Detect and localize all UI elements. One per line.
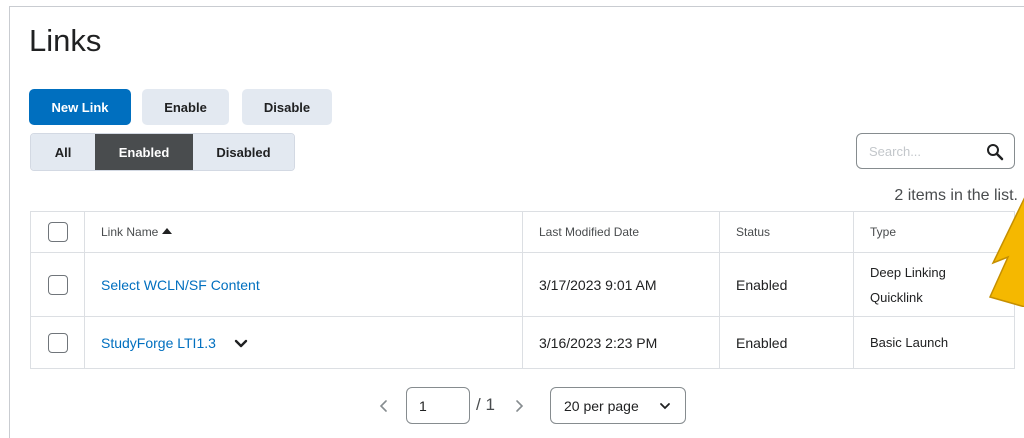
page-title: Links (29, 23, 102, 58)
link-name[interactable]: Select WCLN/SF Content (101, 277, 260, 293)
row-checkbox[interactable] (47, 332, 68, 353)
per-page-select[interactable]: 20 per page (550, 387, 686, 424)
new-link-button[interactable]: New Link (29, 89, 131, 125)
per-page-value: 20 per page (564, 398, 639, 414)
row-select-cell (30, 252, 85, 317)
search-placeholder: Search... (869, 144, 922, 159)
page-number-input[interactable]: 1 (406, 387, 470, 424)
column-status: Status (719, 211, 854, 253)
link-name-cell: StudyForge LTI1.3 (84, 316, 523, 369)
enable-button[interactable]: Enable (142, 89, 229, 125)
status-filter: All Enabled Disabled (30, 133, 295, 171)
chevron-down-icon (660, 403, 670, 410)
row-checkbox[interactable] (47, 274, 68, 295)
chevron-down-icon[interactable] (234, 339, 248, 349)
link-name-cell: Select WCLN/SF Content (84, 252, 523, 317)
status-cell: Enabled (719, 252, 854, 317)
type-line: Basic Launch (870, 335, 949, 350)
links-page: Links New Link Enable Disable All Enable… (9, 6, 1024, 438)
next-page-icon[interactable] (514, 399, 524, 413)
link-name[interactable]: StudyForge LTI1.3 (101, 335, 216, 351)
filter-enabled[interactable]: Enabled (95, 134, 193, 170)
search-icon[interactable] (986, 143, 1004, 161)
status-cell: Enabled (719, 316, 854, 369)
table-header-row: Link Name Last Modified Date Status Type (30, 211, 1015, 253)
select-all-checkbox[interactable] (47, 222, 68, 242)
search-input[interactable]: Search... (856, 133, 1015, 169)
annotation-arrow-icon (988, 197, 1024, 307)
table-row: StudyForge LTI1.3 3/16/2023 2:23 PM Enab… (30, 316, 1015, 369)
row-select-cell (30, 316, 85, 369)
links-table: Link Name Last Modified Date Status Type… (30, 211, 1015, 369)
date-cell: 3/16/2023 2:23 PM (522, 316, 720, 369)
filter-disabled[interactable]: Disabled (193, 134, 294, 170)
column-link-name-label: Link Name (101, 225, 159, 239)
disable-button[interactable]: Disable (242, 89, 332, 125)
column-link-name[interactable]: Link Name (84, 211, 523, 253)
filter-all[interactable]: All (31, 134, 95, 170)
column-last-modified: Last Modified Date (522, 211, 720, 253)
date-cell: 3/17/2023 9:01 AM (522, 252, 720, 317)
sort-asc-icon (162, 228, 173, 234)
select-all-cell (30, 211, 85, 253)
table-row: Select WCLN/SF Content 3/17/2023 9:01 AM… (30, 252, 1015, 317)
page-total: / 1 (476, 395, 495, 414)
previous-page-icon[interactable] (379, 399, 389, 413)
type-cell: Basic Launch (853, 316, 1015, 369)
